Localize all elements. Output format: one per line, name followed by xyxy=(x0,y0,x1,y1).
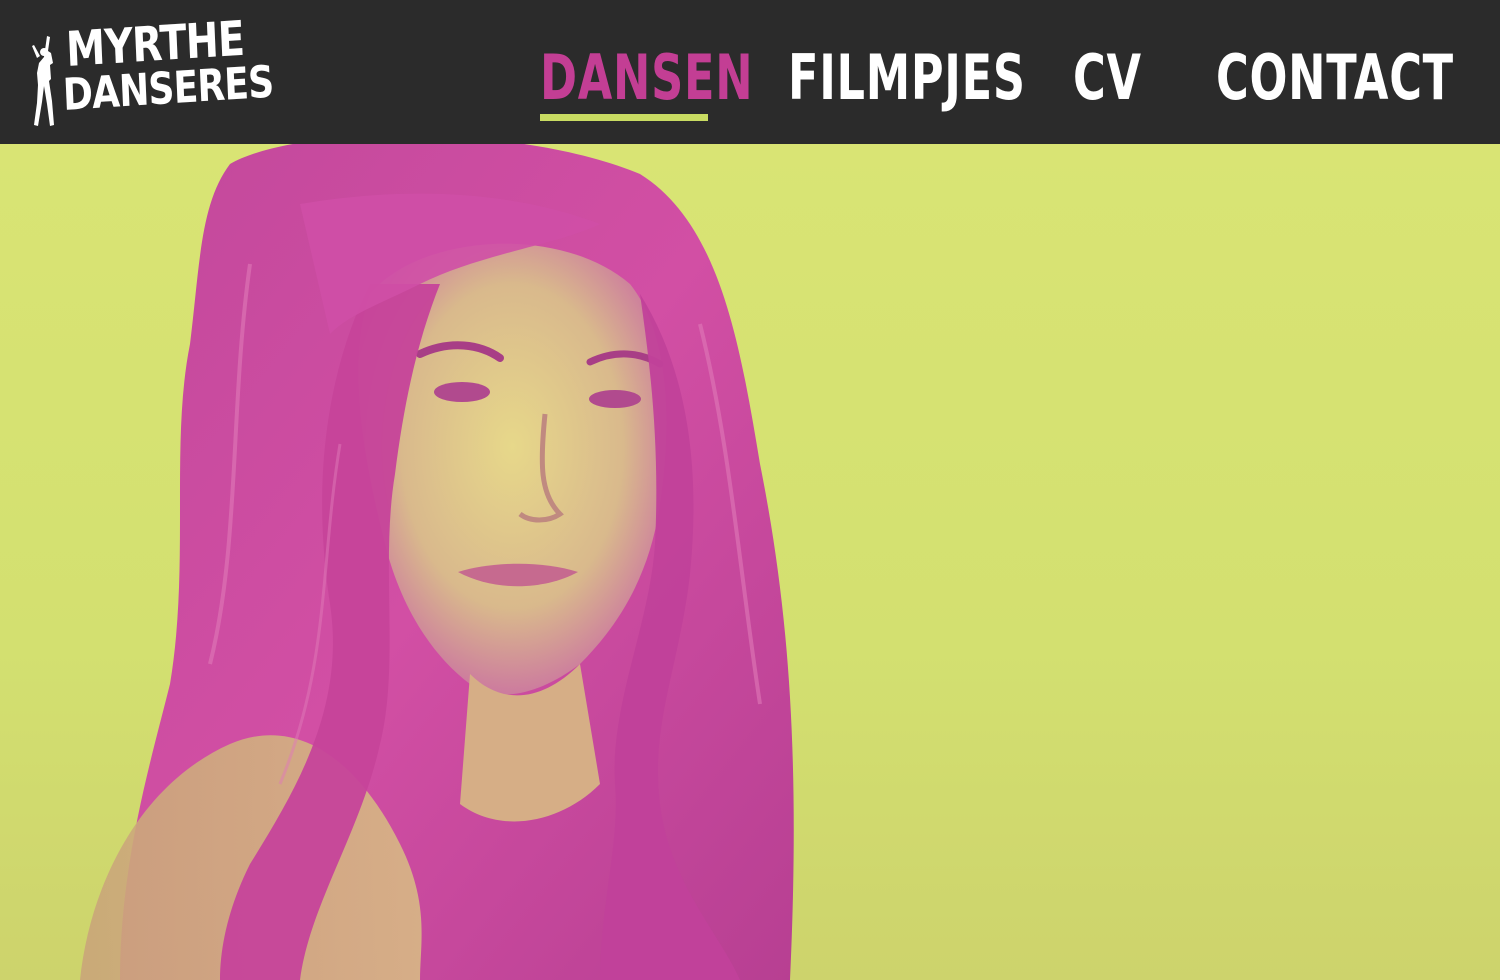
main-nav: DANSEN FILMPJES CV CONTACT xyxy=(0,0,1500,144)
page: MYRTHE DANSERES DANSEN FILMPJES CV CONTA… xyxy=(0,0,1500,980)
active-nav-underline xyxy=(540,114,708,121)
nav-item-dansen[interactable]: DANSEN xyxy=(540,40,753,120)
hero-portrait-image xyxy=(80,144,794,980)
site-header: MYRTHE DANSERES DANSEN FILMPJES CV CONTA… xyxy=(0,0,1500,144)
nav-item-filmpjes[interactable]: FILMPJES xyxy=(788,40,1026,120)
nav-item-cv[interactable]: CV xyxy=(1073,40,1142,120)
hero-section xyxy=(0,144,1500,980)
nav-item-contact[interactable]: CONTACT xyxy=(1216,40,1454,120)
